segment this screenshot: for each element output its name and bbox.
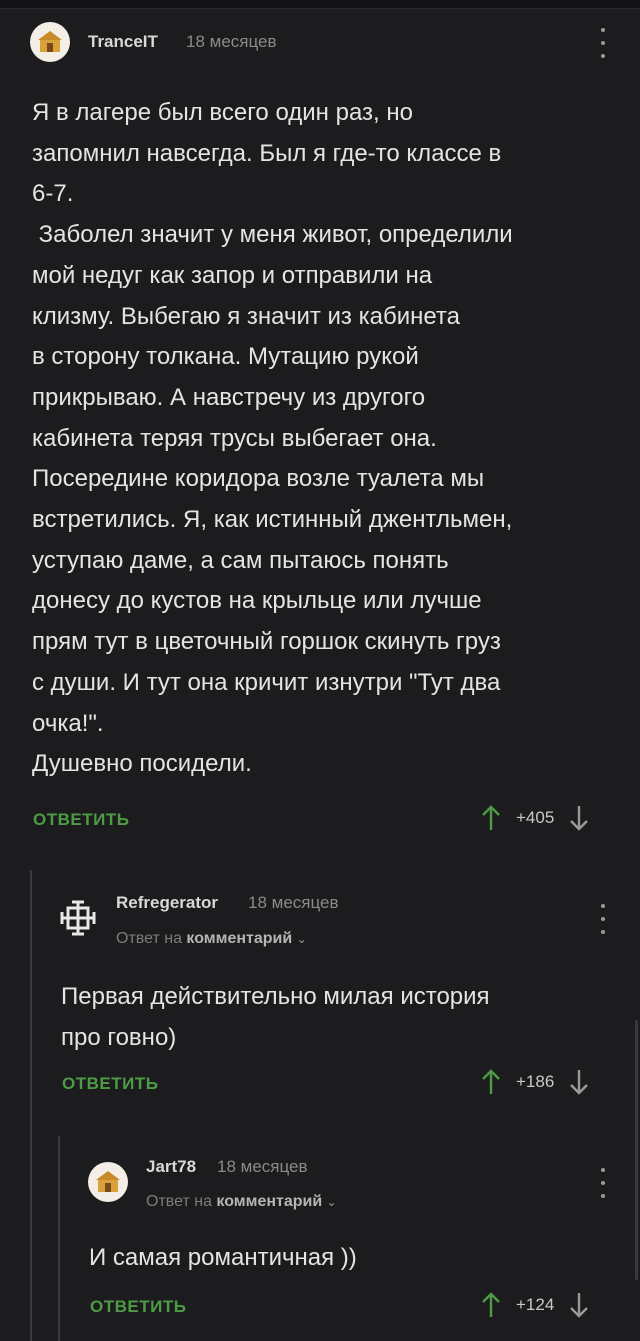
comment-text: Я в лагере был всего один раз, но запомн… bbox=[32, 99, 513, 778]
cross-logo-avatar-icon bbox=[60, 900, 96, 936]
top-bar bbox=[0, 0, 640, 9]
thread-line bbox=[58, 1136, 60, 1341]
reply-button[interactable]: ОТВЕТИТЬ bbox=[90, 1297, 186, 1317]
more-options-icon[interactable] bbox=[596, 28, 610, 58]
comment-text: И самая романтичная )) bbox=[89, 1244, 357, 1271]
downvote-arrow-icon[interactable] bbox=[568, 1068, 590, 1096]
house-cake-avatar-icon bbox=[96, 1171, 120, 1192]
score: +186 bbox=[516, 1072, 555, 1091]
avatar[interactable] bbox=[30, 22, 70, 62]
author-name[interactable]: TranceIT bbox=[88, 32, 158, 52]
timestamp: 18 месяцев bbox=[217, 1157, 308, 1176]
chevron-down-icon[interactable]: ⌄ bbox=[297, 932, 307, 946]
timestamp: 18 месяцев bbox=[248, 893, 339, 912]
house-cake-avatar-icon bbox=[38, 31, 62, 52]
comment-text: Первая действительно милая история про г… bbox=[61, 983, 490, 1051]
vote-controls: +124 bbox=[480, 1291, 590, 1319]
avatar[interactable] bbox=[58, 898, 98, 938]
upvote-arrow-icon[interactable] bbox=[480, 1068, 502, 1096]
author-name[interactable]: Jart78 bbox=[146, 1157, 196, 1177]
reply-button[interactable]: ОТВЕТИТЬ bbox=[62, 1074, 158, 1094]
reply-to-target[interactable]: комментарий bbox=[216, 1193, 322, 1210]
more-options-icon[interactable] bbox=[596, 904, 610, 934]
more-options-icon[interactable] bbox=[596, 1168, 610, 1198]
timestamp: 18 месяцев bbox=[186, 32, 277, 51]
chevron-down-icon[interactable]: ⌄ bbox=[327, 1195, 337, 1209]
avatar[interactable] bbox=[88, 1162, 128, 1202]
reply-to-prefix: Ответ на bbox=[116, 930, 182, 947]
downvote-arrow-icon[interactable] bbox=[568, 1291, 590, 1319]
reply-to-target[interactable]: комментарий bbox=[186, 930, 292, 947]
downvote-arrow-icon[interactable] bbox=[568, 804, 590, 832]
upvote-arrow-icon[interactable] bbox=[480, 1291, 502, 1319]
scrollbar[interactable] bbox=[635, 1020, 638, 1280]
upvote-arrow-icon[interactable] bbox=[480, 804, 502, 832]
author-name[interactable]: Refregerator bbox=[116, 893, 218, 913]
score: +124 bbox=[516, 1295, 555, 1314]
thread-line bbox=[30, 870, 32, 1341]
score: +405 bbox=[516, 808, 555, 827]
reply-to-prefix: Ответ на bbox=[146, 1193, 212, 1210]
vote-controls: +405 bbox=[480, 804, 590, 832]
reply-button[interactable]: ОТВЕТИТЬ bbox=[33, 810, 129, 830]
reply-to-info[interactable]: Ответ на комментарий ⌄ bbox=[146, 1193, 337, 1211]
reply-to-info[interactable]: Ответ на комментарий ⌄ bbox=[116, 930, 307, 948]
vote-controls: +186 bbox=[480, 1068, 590, 1096]
